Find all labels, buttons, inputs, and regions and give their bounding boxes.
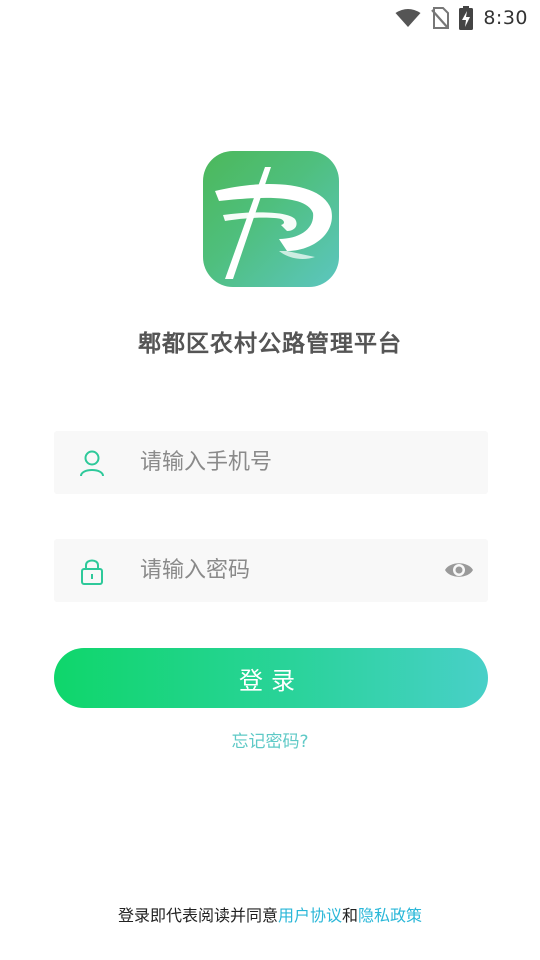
road-curve-logo bbox=[215, 167, 332, 279]
password-field[interactable] bbox=[54, 539, 488, 602]
phone-field[interactable] bbox=[54, 431, 488, 494]
status-icons: 8:30 bbox=[395, 4, 528, 32]
forgot-password-link[interactable]: 忘记密码? bbox=[0, 727, 540, 752]
agreement-text: 登录即代表阅读并同意用户协议和隐私政策 bbox=[0, 902, 540, 926]
user-icon bbox=[79, 449, 105, 477]
user-agreement-link[interactable]: 用户协议 bbox=[278, 906, 342, 925]
status-bar: 8:30 bbox=[0, 0, 540, 36]
agreement-conjunction: 和 bbox=[342, 906, 359, 925]
status-time: 8:30 bbox=[483, 7, 528, 29]
app-title: 郫都区农村公路管理平台 bbox=[138, 331, 402, 357]
eye-icon[interactable] bbox=[444, 559, 474, 581]
phone-input[interactable] bbox=[140, 431, 430, 494]
privacy-policy-link[interactable]: 隐私政策 bbox=[358, 906, 422, 925]
app-logo bbox=[203, 151, 339, 287]
no-sim-icon bbox=[431, 7, 450, 29]
login-button[interactable]: 登录 bbox=[54, 648, 488, 708]
password-input[interactable] bbox=[140, 539, 430, 602]
battery-charging-icon bbox=[459, 6, 474, 30]
agreement-prefix: 登录即代表阅读并同意 bbox=[117, 906, 278, 925]
lock-icon bbox=[79, 557, 105, 585]
wifi-icon bbox=[395, 8, 421, 28]
